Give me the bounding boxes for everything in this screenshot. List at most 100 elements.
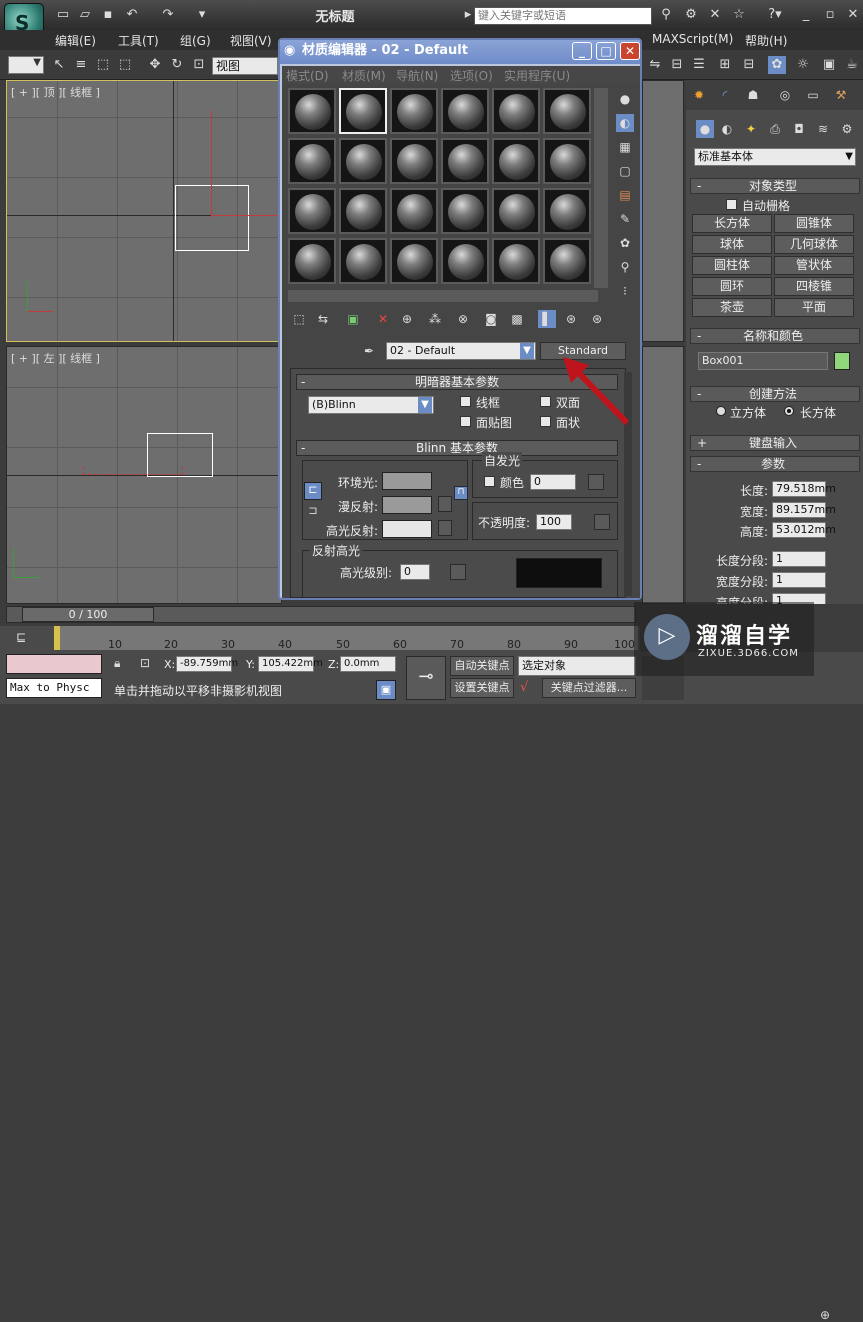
maxscript-listener-input[interactable]: Max to Physc	[6, 678, 102, 698]
viewport-top-label[interactable]: [ + ][ 顶 ][ 线框 ]	[11, 84, 100, 100]
teapot-button[interactable]: 茶壶	[692, 298, 772, 317]
rect-selection-icon[interactable]: ⬚	[94, 56, 112, 74]
open-file-icon[interactable]: ▱	[77, 7, 93, 23]
slots-vertical-scrollbar[interactable]	[594, 88, 608, 288]
window-crossing-icon[interactable]: ⬚	[116, 56, 134, 74]
menu-tools[interactable]: 工具(T)	[118, 32, 159, 49]
height-field[interactable]: 53.012mm	[772, 522, 836, 538]
put-to-scene-icon[interactable]: ⇆	[314, 310, 332, 328]
cylinder-button[interactable]: 圆柱体	[692, 256, 772, 275]
schematic-view-icon[interactable]: ⊟	[740, 56, 758, 74]
cube-radio[interactable]	[716, 406, 726, 416]
viewport-left-label[interactable]: [ + ][ 左 ][ 线框 ]	[11, 350, 100, 366]
mirror-icon[interactable]: ⇋	[646, 56, 664, 74]
move-icon[interactable]: ✥	[146, 56, 164, 74]
create-tab-icon[interactable]: ✹	[690, 86, 708, 104]
sample-slot[interactable]	[288, 138, 336, 184]
viewport-top[interactable]: [ + ][ 顶 ][ 线框 ]	[6, 80, 282, 342]
viewport-perspective[interactable]	[642, 346, 684, 604]
plane-button[interactable]: 平面	[774, 298, 854, 317]
get-material-icon[interactable]: ⬚	[290, 310, 308, 328]
sample-slot[interactable]	[543, 188, 591, 234]
material-name-field[interactable]: 02 - Default ▼	[386, 342, 536, 360]
close-icon[interactable]: ✕	[620, 42, 640, 60]
sample-slot[interactable]	[390, 238, 438, 284]
sample-slot[interactable]	[288, 88, 336, 134]
assign-to-selection-icon[interactable]: ▣	[344, 310, 362, 328]
md-menu-navigation[interactable]: 导航(N)	[396, 67, 438, 84]
object-category-dropdown[interactable]: 标准基本体 ▼	[694, 148, 856, 166]
opacity-map-button[interactable]	[594, 514, 610, 530]
wire-checkbox[interactable]	[460, 396, 471, 407]
go-to-parent-icon[interactable]: ⊛	[562, 310, 580, 328]
y-coordinate-field[interactable]: 105.422mm	[258, 656, 323, 672]
material-navigator-icon[interactable]: ⁝	[616, 282, 634, 300]
sample-slot[interactable]	[288, 188, 336, 234]
key-selection-dropdown[interactable]: 选定对象	[518, 656, 636, 676]
rollout-creation-method[interactable]: - 创建方法	[690, 386, 860, 402]
restore-app-icon[interactable]: ▫	[822, 7, 838, 23]
select-by-name-icon[interactable]: ≡	[72, 56, 90, 74]
menu-help[interactable]: 帮助(H)	[745, 32, 787, 49]
exchange-icon[interactable]: ✕	[707, 7, 723, 23]
width-segs-field[interactable]: 1	[772, 572, 826, 588]
menu-views[interactable]: 视图(V)	[230, 32, 272, 49]
utilities-tab-icon[interactable]: ⚒	[832, 86, 850, 104]
show-map-icon[interactable]: ▩	[508, 310, 526, 328]
menu-group[interactable]: 组(G)	[180, 32, 211, 49]
length-field[interactable]: 79.518mm	[772, 481, 836, 497]
sample-slot[interactable]	[492, 238, 540, 284]
menu-edit[interactable]: 编辑(E)	[55, 32, 96, 49]
lights-icon[interactable]: ✦	[742, 120, 760, 138]
close-app-icon[interactable]: ✕	[845, 7, 861, 23]
z-coordinate-field[interactable]: 0.0mm	[340, 656, 396, 672]
motion-tab-icon[interactable]: ◎	[776, 86, 794, 104]
sample-slot[interactable]	[543, 138, 591, 184]
md-menu-utilities[interactable]: 实用程序(U)	[504, 67, 570, 84]
sample-slot[interactable]	[441, 88, 489, 134]
set-key-button[interactable]: 设置关键点	[450, 678, 514, 698]
display-tab-icon[interactable]: ▭	[804, 86, 822, 104]
diffuse-map-button[interactable]	[438, 496, 452, 512]
mini-curve-editor-icon[interactable]: ⊑	[16, 630, 26, 644]
sample-slot[interactable]	[441, 138, 489, 184]
specular-map-button[interactable]	[438, 520, 452, 536]
box-radio[interactable]	[784, 406, 794, 416]
sample-slot[interactable]	[288, 238, 336, 284]
selection-filter-dropdown[interactable]: ▼	[8, 56, 44, 74]
zoom-icon[interactable]: ⊕	[820, 1308, 830, 1322]
self-illum-value-field[interactable]: 0	[530, 474, 576, 490]
space-warps-icon[interactable]: ≋	[814, 120, 832, 138]
rollout-name-color[interactable]: - 名称和颜色	[690, 328, 860, 344]
show-end-result-icon[interactable]: ▌	[538, 310, 556, 328]
sphere-button[interactable]: 球体	[692, 235, 772, 254]
tube-button[interactable]: 管状体	[774, 256, 854, 275]
binoculars-icon[interactable]: ⚲	[658, 7, 674, 23]
sample-slot[interactable]	[339, 188, 387, 234]
lock-selection-icon[interactable]: 🔒︎	[114, 656, 120, 671]
helpers-icon[interactable]: ◘	[790, 120, 808, 138]
video-color-check-icon[interactable]: ▤	[616, 186, 634, 204]
options-icon[interactable]: ✿	[616, 234, 634, 252]
align-icon[interactable]: ⊟	[668, 56, 686, 74]
sample-slot[interactable]	[492, 138, 540, 184]
rollout-keyboard-entry[interactable]: + 键盘输入	[690, 435, 860, 451]
minimize-app-icon[interactable]: _	[798, 7, 814, 23]
render-setup-icon[interactable]: ☼	[794, 56, 812, 74]
lock-ambient-diffuse-icon[interactable]: ⊏	[304, 482, 322, 500]
time-slider-handle[interactable]: 0 / 100	[22, 607, 154, 622]
spec-level-map-button[interactable]	[450, 564, 466, 580]
x-coordinate-field[interactable]: -89.759mm	[176, 656, 238, 672]
rendered-frame-icon[interactable]: ▣	[820, 56, 838, 74]
sample-type-icon[interactable]: ●	[616, 90, 634, 108]
help-icon[interactable]: ?▾	[764, 7, 786, 23]
rotate-icon[interactable]: ↻	[168, 56, 186, 74]
geometry-icon[interactable]: ●	[696, 120, 714, 138]
hierarchy-tab-icon[interactable]: ☗	[744, 86, 762, 104]
shapes-icon[interactable]: ◐	[718, 120, 736, 138]
sample-uv-tiling-icon[interactable]: ▢	[616, 162, 634, 180]
material-editor-titlebar[interactable]: ◉ 材质编辑器 - 02 - Default _ □ ✕	[280, 40, 640, 64]
pyramid-button[interactable]: 四棱锥	[774, 277, 854, 296]
slots-horizontal-scrollbar[interactable]	[288, 290, 598, 302]
sample-slot[interactable]	[492, 188, 540, 234]
